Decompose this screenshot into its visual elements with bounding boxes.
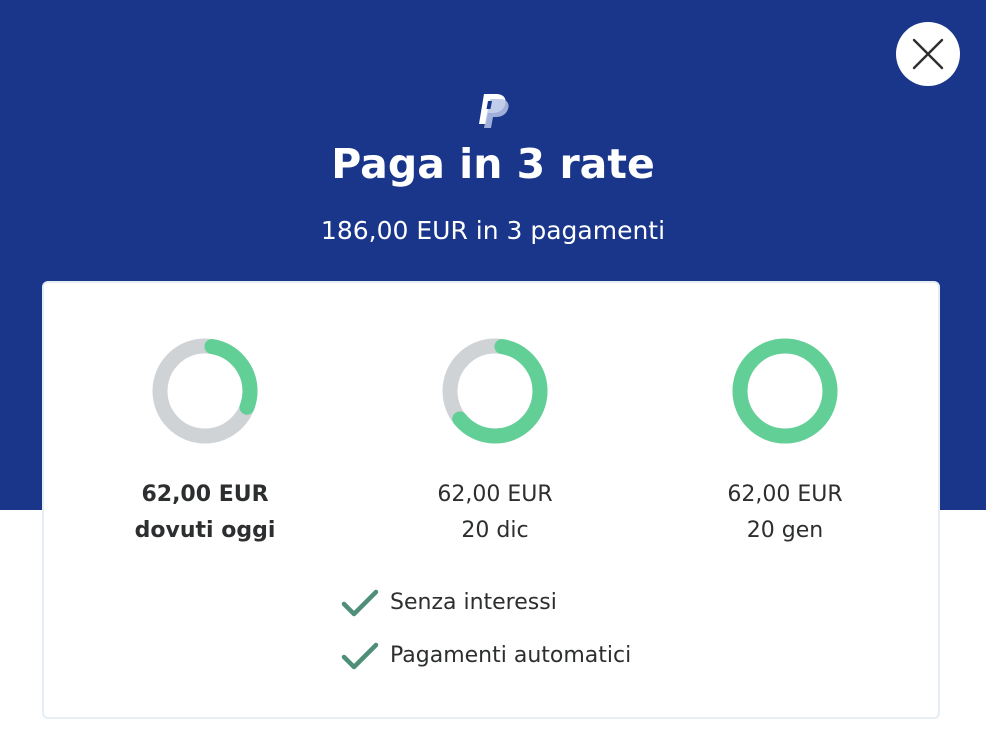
progress-ring-3 [732, 338, 838, 444]
installment-2: 62,00 EUR 20 dic [380, 335, 610, 549]
feature-auto-payments: Pagamenti automatici [340, 638, 631, 674]
installment-due: 20 gen [746, 518, 824, 543]
installment-due: 20 dic [461, 518, 529, 543]
progress-ring-2 [442, 338, 548, 444]
pay-in-3-dialog: Paga in 3 rate 186,00 EUR in 3 pagamenti… [0, 0, 986, 756]
feature-label: Senza interessi [390, 590, 557, 615]
page-title: Paga in 3 rate [331, 140, 655, 188]
check-icon [341, 589, 379, 617]
close-button[interactable] [896, 22, 960, 86]
installment-3: 62,00 EUR 20 gen [670, 335, 900, 549]
installment-card: 62,00 EUR dovuti oggi 62,00 EUR 20 dic 6… [42, 281, 940, 719]
page-subtitle: 186,00 EUR in 3 pagamenti [320, 216, 666, 245]
close-icon [912, 38, 944, 70]
progress-ring-1 [152, 338, 258, 444]
paypal-logo-icon [479, 94, 509, 128]
installment-1: 62,00 EUR dovuti oggi [90, 335, 320, 549]
installment-amount: 62,00 EUR [437, 482, 553, 507]
feature-label: Pagamenti automatici [390, 643, 632, 668]
check-icon [341, 642, 379, 670]
installment-amount: 62,00 EUR [141, 482, 269, 507]
installment-due: dovuti oggi [134, 518, 276, 543]
feature-no-interest: Senza interessi [340, 585, 557, 621]
installment-amount: 62,00 EUR [727, 482, 843, 507]
